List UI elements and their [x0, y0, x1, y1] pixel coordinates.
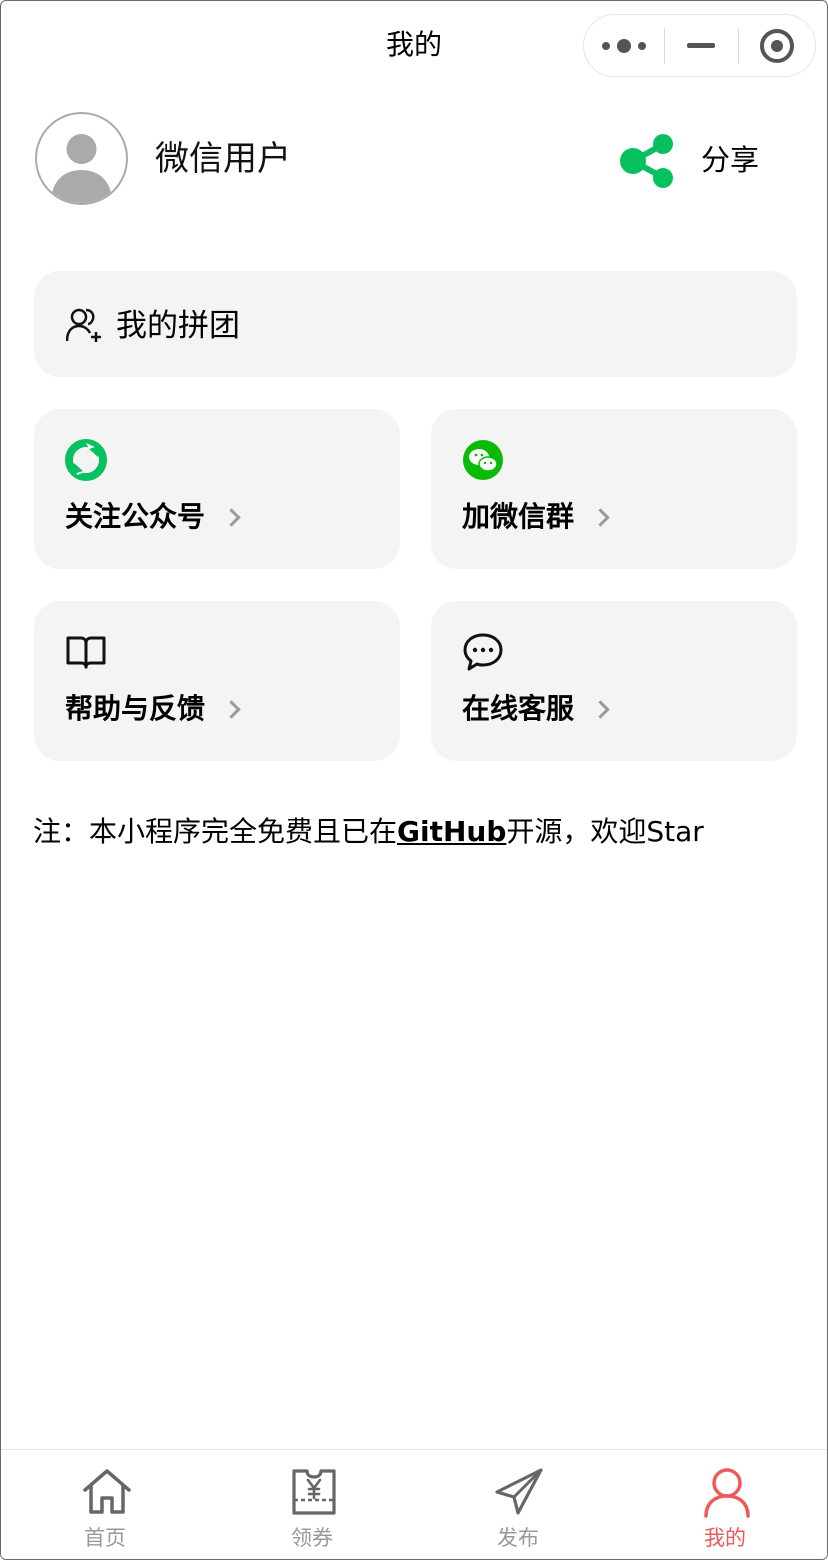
minimize-button[interactable]: [664, 15, 738, 76]
chevron-right-icon: [222, 699, 241, 719]
share-icon: [620, 134, 673, 188]
share-label[interactable]: 分享: [701, 140, 759, 180]
tab-mine[interactable]: 我的: [665, 1450, 785, 1559]
share-button[interactable]: [617, 131, 677, 191]
avatar[interactable]: [35, 112, 128, 205]
home-icon: [83, 1469, 131, 1514]
chevron-right-icon: [591, 699, 610, 719]
user-avatar-icon: [51, 134, 112, 203]
book-icon: [66, 636, 106, 669]
username: 微信用户: [155, 139, 291, 179]
my-group-buy-label: 我的拼团: [116, 308, 240, 344]
app-frame: 我的 微信用户 分享 我的拼团 关注公众号 加微信群 帮助与反馈 在线客服 注：…: [0, 0, 828, 1560]
open-source-note: 注：本小程序完全免费且已在GitHub开源，欢迎Star: [33, 813, 704, 851]
tab-publish[interactable]: 发布: [458, 1450, 578, 1559]
chevron-right-icon: [222, 507, 241, 527]
follow-official-account-tile[interactable]: 关注公众号: [34, 409, 400, 569]
paper-plane-icon: [495, 1468, 543, 1515]
group-users-icon: [66, 308, 101, 342]
help-feedback-tile[interactable]: 帮助与反馈: [34, 601, 400, 761]
minimize-icon: [687, 43, 715, 48]
tab-coupons[interactable]: 领券: [252, 1450, 372, 1559]
tile-label: 加微信群: [462, 498, 610, 536]
tab-label: 发布: [497, 1526, 539, 1550]
more-dots-icon: [602, 38, 646, 53]
online-service-tile[interactable]: 在线客服: [431, 601, 797, 761]
tab-home[interactable]: 首页: [45, 1450, 165, 1559]
tab-label: 我的: [704, 1526, 746, 1550]
my-group-buy-card[interactable]: 我的拼团: [34, 271, 797, 377]
close-target-icon: [760, 28, 794, 63]
wechat-icon: [463, 440, 503, 480]
tab-label: 首页: [84, 1526, 126, 1550]
join-wechat-group-tile[interactable]: 加微信群: [431, 409, 797, 569]
tab-bar: 首页 领券 发布 我的: [1, 1449, 827, 1559]
tile-label: 帮助与反馈: [65, 690, 241, 728]
note-suffix: 开源，欢迎Star: [506, 815, 704, 848]
tile-label: 关注公众号: [65, 498, 241, 536]
coupon-icon: [292, 1469, 336, 1515]
user-icon: [704, 1468, 750, 1518]
official-account-icon: [65, 439, 107, 481]
tile-label: 在线客服: [462, 690, 610, 728]
tab-label: 领券: [291, 1526, 333, 1550]
note-prefix: 注：本小程序完全免费且已在: [33, 815, 398, 848]
github-link[interactable]: GitHub: [397, 815, 506, 848]
chevron-right-icon: [591, 507, 610, 527]
mini-program-capsule: [583, 14, 816, 77]
chat-bubble-icon: [463, 633, 503, 671]
more-button[interactable]: [584, 15, 664, 76]
close-button[interactable]: [738, 15, 816, 76]
